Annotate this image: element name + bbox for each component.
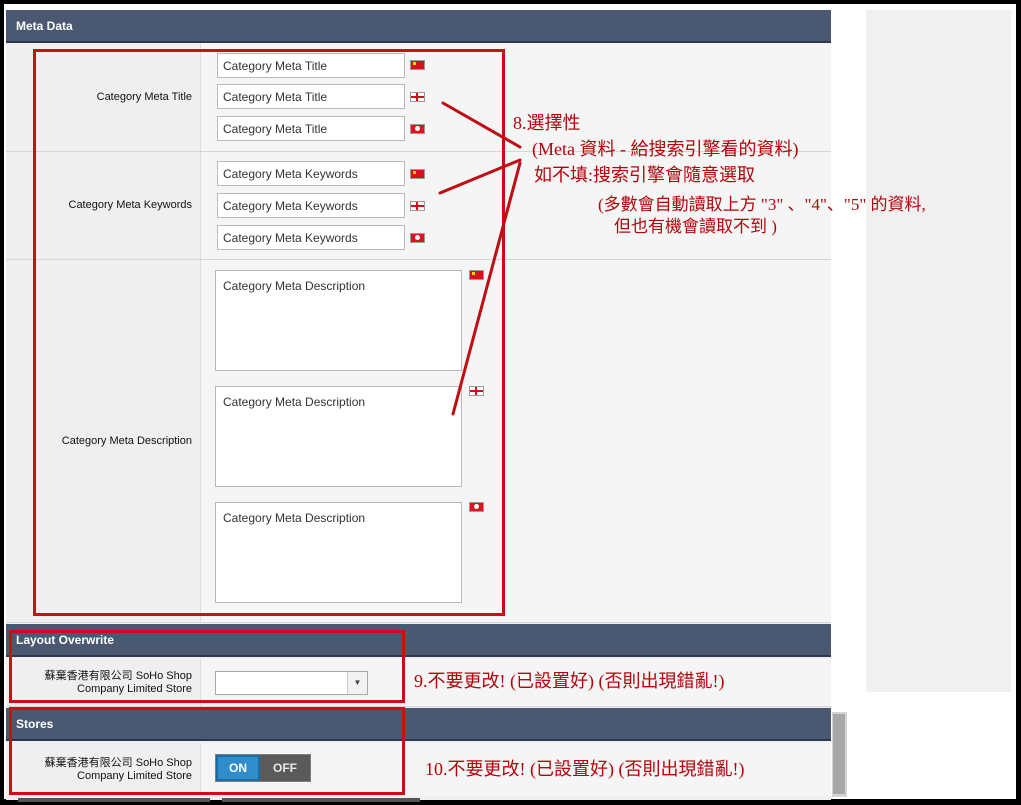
layout-store-label: 蘇棄香港有限公司 SoHo Shop Company Limited Store <box>6 659 200 706</box>
uk-flag-icon <box>410 201 425 211</box>
meta-description-fields: Category Meta Description Category Meta … <box>200 260 831 622</box>
meta-keywords-input-cn[interactable] <box>217 161 405 186</box>
hong-kong-flag-icon <box>410 124 425 134</box>
meta-data-title: Meta Data <box>16 19 73 33</box>
meta-data-header[interactable]: Meta Data <box>6 10 831 43</box>
toggle-on-label[interactable]: ON <box>216 755 260 781</box>
meta-keywords-input-en[interactable] <box>217 193 405 218</box>
stores-store-label-line1: 蘇棄香港有限公司 SoHo Shop <box>44 756 192 769</box>
annotation-note8-line3: 如不填:搜索引擎會隨意選取 <box>534 165 755 185</box>
meta-keywords-input-hk[interactable] <box>217 225 405 250</box>
meta-title-row: Category Meta Title <box>6 43 831 152</box>
china-flag-icon <box>469 270 484 280</box>
layout-store-label-line1: 蘇棄香港有限公司 SoHo Shop <box>44 669 192 682</box>
uk-flag-icon <box>410 92 425 102</box>
stores-store-label-line2: Company Limited Store <box>77 769 192 782</box>
annotation-note8-line5: 但也有機會讀取不到 ) <box>614 217 777 236</box>
meta-title-input-cn[interactable] <box>217 53 405 78</box>
meta-description-textarea-en[interactable]: Category Meta Description <box>215 386 462 487</box>
bottom-tab-2 <box>222 798 420 802</box>
layout-store-label-line2: Company Limited Store <box>77 682 192 695</box>
annotation-note8-line2: (Meta 資料 - 給搜索引擎看的資料) <box>532 139 799 159</box>
annotation-note8-line4: (多數會自動讀取上方 "3" 、"4"、"5" 的資料, <box>598 195 926 214</box>
stores-header[interactable]: Stores <box>6 708 831 741</box>
meta-title-label: Category Meta Title <box>96 90 192 103</box>
bottom-tab-1 <box>18 798 210 802</box>
meta-title-input-hk[interactable] <box>217 116 405 141</box>
meta-title-input-en[interactable] <box>217 84 405 109</box>
meta-keywords-label: Category Meta Keywords <box>68 199 193 211</box>
side-strip <box>866 10 1011 692</box>
scrollbar-thumb[interactable] <box>833 714 845 794</box>
uk-flag-icon <box>469 386 484 396</box>
meta-description-row: Category Meta Description Category Meta … <box>6 260 831 623</box>
store-toggle[interactable]: ON OFF <box>215 754 311 782</box>
layout-overwrite-header[interactable]: Layout Overwrite <box>6 624 831 657</box>
chevron-down-icon[interactable]: ▼ <box>347 672 367 694</box>
stores-store-label: 蘇棄香港有限公司 SoHo Shop Company Limited Store <box>6 743 200 796</box>
hong-kong-flag-icon <box>469 502 484 512</box>
meta-description-textarea-cn[interactable]: Category Meta Description <box>215 270 462 371</box>
china-flag-icon <box>410 169 425 179</box>
annotation-note8-line1: 8.選擇性 <box>513 113 581 133</box>
china-flag-icon <box>410 60 425 70</box>
annotation-note10: 10.不要更改! (已設置好) (否則出現錯亂!) <box>425 759 745 779</box>
hong-kong-flag-icon <box>410 233 425 243</box>
layout-select[interactable]: ▼ <box>215 671 368 695</box>
meta-description-textarea-hk[interactable]: Category Meta Description <box>215 502 462 603</box>
layout-overwrite-title: Layout Overwrite <box>16 633 115 647</box>
annotation-note9: 9.不要更改! (已設置好) (否則出現錯亂!) <box>414 671 725 691</box>
meta-description-label: Category Meta Description <box>61 434 192 447</box>
stores-title: Stores <box>16 717 54 731</box>
toggle-off-label[interactable]: OFF <box>260 755 310 781</box>
